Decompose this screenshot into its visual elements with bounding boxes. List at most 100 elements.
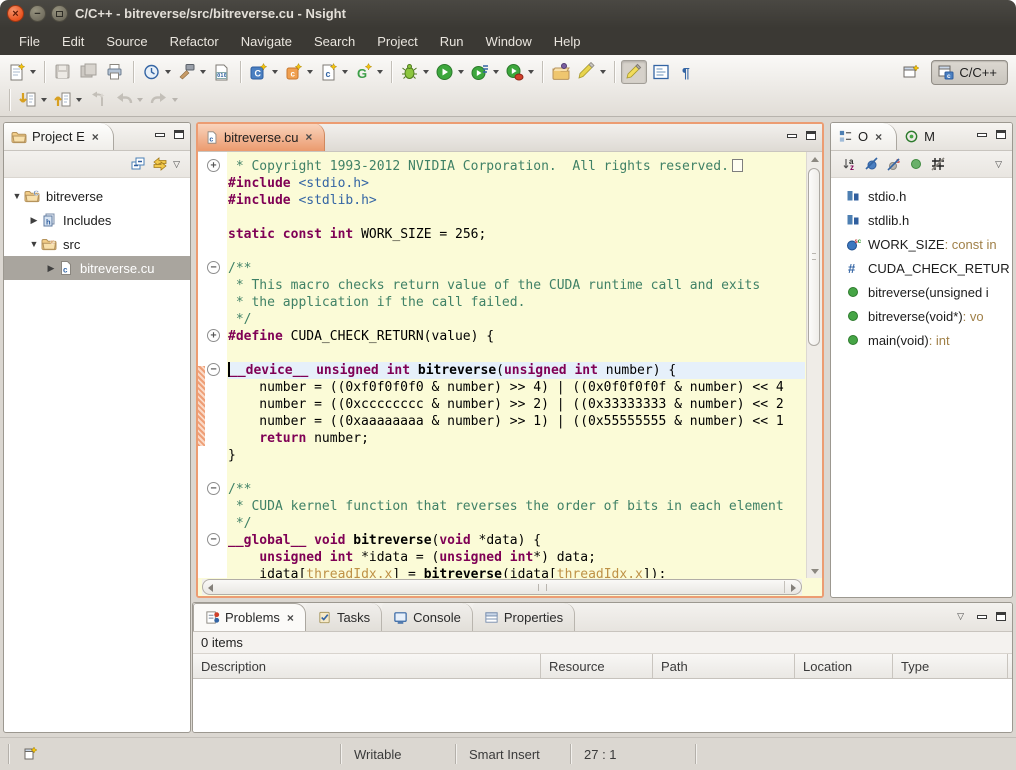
link-with-editor-button[interactable] [149, 153, 171, 175]
code-line[interactable]: #include <stdio.h> [228, 175, 805, 192]
menu-run[interactable]: Run [429, 28, 475, 55]
close-window-button[interactable]: × [7, 5, 24, 22]
tree-item-bitreverse-cu[interactable]: ▶cbitreverse.cu [4, 256, 190, 280]
menu-edit[interactable]: Edit [51, 28, 95, 55]
index-button[interactable] [140, 60, 173, 84]
new-cuda-project-button[interactable]: C [247, 60, 280, 84]
code-line[interactable]: * Copyright 1993-2012 NVIDIA Corporation… [228, 158, 805, 175]
save-all-button[interactable] [77, 60, 101, 84]
new-cuda-source-button[interactable]: c [282, 60, 315, 84]
close-project-explorer-icon[interactable]: × [92, 130, 99, 144]
save-button[interactable] [51, 60, 75, 84]
print-button[interactable] [103, 60, 127, 84]
minimize-editor-icon[interactable] [787, 134, 797, 138]
new-c-source-dropdown-icon[interactable] [342, 70, 348, 74]
code-line[interactable]: * the application if the call failed. [228, 294, 805, 311]
code-line[interactable]: number = ((0xaaaaaaaa & number) >> 1) | … [228, 413, 805, 430]
code-line[interactable]: /** [228, 260, 805, 277]
previous-annotation-dropdown-icon[interactable] [76, 98, 82, 102]
code-generator-button[interactable]: G [352, 60, 385, 84]
expand-fold-icon[interactable]: + [207, 329, 220, 342]
mark-occurrences-button[interactable] [621, 60, 647, 84]
maximize-outline-icon[interactable] [996, 130, 1006, 139]
maximize-window-button[interactable] [51, 5, 68, 22]
new-c-source-button[interactable]: c [317, 60, 350, 84]
code-line[interactable]: return number; [228, 430, 805, 447]
horizontal-scrollbar-thumb[interactable] [202, 579, 802, 595]
tree-item-bitreverse[interactable]: ▼Cbitreverse [4, 184, 190, 208]
menu-refactor[interactable]: Refactor [159, 28, 230, 55]
run-button[interactable] [433, 60, 466, 84]
close-outline-icon[interactable]: × [875, 130, 882, 144]
scroll-left-icon[interactable] [208, 584, 213, 592]
maximize-view-icon[interactable] [174, 130, 184, 139]
hide-inactive-button[interactable] [927, 153, 949, 175]
next-annotation-dropdown-icon[interactable] [41, 98, 47, 102]
scroll-up-icon[interactable] [811, 157, 819, 162]
cpp-perspective-button[interactable]: c C/C++ [931, 60, 1008, 85]
outline-item-stdlib-h[interactable]: stdlib.h [831, 208, 1012, 232]
minimize-problems-icon[interactable] [977, 615, 987, 619]
problems-view-menu-icon[interactable]: ▽ [955, 611, 966, 622]
collapse-all-button[interactable] [127, 153, 149, 175]
sort-button[interactable]: az [839, 153, 861, 175]
new-cuda-source-dropdown-icon[interactable] [307, 70, 313, 74]
hide-static-members-button[interactable]: s [883, 153, 905, 175]
binary-file-button[interactable]: 010 [210, 60, 234, 84]
expanded-arrow-icon[interactable]: ▼ [27, 239, 41, 249]
tab-project-explorer[interactable]: Project E × [4, 123, 114, 150]
profile-system-dropdown-icon[interactable] [528, 70, 534, 74]
horizontal-scrollbar[interactable] [202, 579, 802, 595]
column-header-description[interactable]: Description [193, 654, 541, 678]
code-line[interactable]: unsigned int *idata = (unsigned int*) da… [228, 549, 805, 566]
fast-view-button[interactable] [22, 745, 39, 767]
profile-system-button[interactable] [503, 60, 536, 84]
tab-console[interactable]: Console [382, 603, 473, 631]
collapsed-arrow-icon[interactable]: ▶ [27, 215, 41, 226]
outline-view-menu-icon[interactable]: ▽ [993, 159, 1004, 170]
expand-fold-icon[interactable]: + [207, 159, 220, 172]
menu-project[interactable]: Project [366, 28, 428, 55]
outline-item-main-void-[interactable]: main(void): int [831, 328, 1012, 352]
column-header-path[interactable]: Path [653, 654, 795, 678]
code-line[interactable]: number = ((0xcccccccc & number) >> 2) | … [228, 396, 805, 413]
minimize-view-icon[interactable] [155, 133, 165, 137]
outline-item-stdio-h[interactable]: stdio.h [831, 184, 1012, 208]
problems-table-body[interactable] [193, 679, 1012, 733]
vertical-scrollbar[interactable] [806, 152, 822, 578]
debug-dropdown-icon[interactable] [423, 70, 429, 74]
new-wizard-dropdown-icon[interactable] [30, 70, 36, 74]
expanded-arrow-icon[interactable]: ▼ [10, 191, 24, 201]
code-line[interactable]: */ [228, 515, 805, 532]
code-line[interactable]: * CUDA kernel function that reverses the… [228, 498, 805, 515]
code-line[interactable] [228, 243, 805, 260]
code-line[interactable]: __device__ unsigned int bitreverse(unsig… [228, 362, 805, 379]
hide-fields-button[interactable] [861, 153, 883, 175]
column-header-resource[interactable]: Resource [541, 654, 653, 678]
code-line[interactable]: static const int WORK_SIZE = 256; [228, 226, 805, 243]
minimize-outline-icon[interactable] [977, 133, 987, 137]
run-dropdown-icon[interactable] [458, 70, 464, 74]
outline-item-bitreverse-unsigned-i[interactable]: bitreverse(unsigned i [831, 280, 1012, 304]
profile-dropdown-icon[interactable] [493, 70, 499, 74]
scroll-down-icon[interactable] [811, 569, 819, 574]
menu-file[interactable]: File [8, 28, 51, 55]
code-line[interactable]: #include <stdlib.h> [228, 192, 805, 209]
menu-search[interactable]: Search [303, 28, 366, 55]
code-line[interactable] [228, 345, 805, 362]
build-dropdown-icon[interactable] [200, 70, 206, 74]
close-problems-icon[interactable]: × [287, 611, 294, 625]
block-selection-button[interactable] [649, 60, 673, 84]
new-wizard-button[interactable] [5, 60, 38, 84]
collapse-fold-icon[interactable]: − [207, 363, 220, 376]
menu-help[interactable]: Help [543, 28, 592, 55]
search-dropdown-icon[interactable] [600, 70, 606, 74]
code-line[interactable] [228, 464, 805, 481]
outline-item-cuda-check-retur[interactable]: #CUDA_CHECK_RETUR [831, 256, 1012, 280]
tab-make-targets[interactable]: M [897, 123, 949, 150]
minimize-window-button[interactable]: − [29, 5, 46, 22]
outline-item-bitreverse-void-[interactable]: bitreverse(void*): vo [831, 304, 1012, 328]
close-editor-tab-icon[interactable]: × [305, 130, 312, 144]
collapse-fold-icon[interactable]: − [207, 261, 220, 274]
code-line[interactable]: /** [228, 481, 805, 498]
